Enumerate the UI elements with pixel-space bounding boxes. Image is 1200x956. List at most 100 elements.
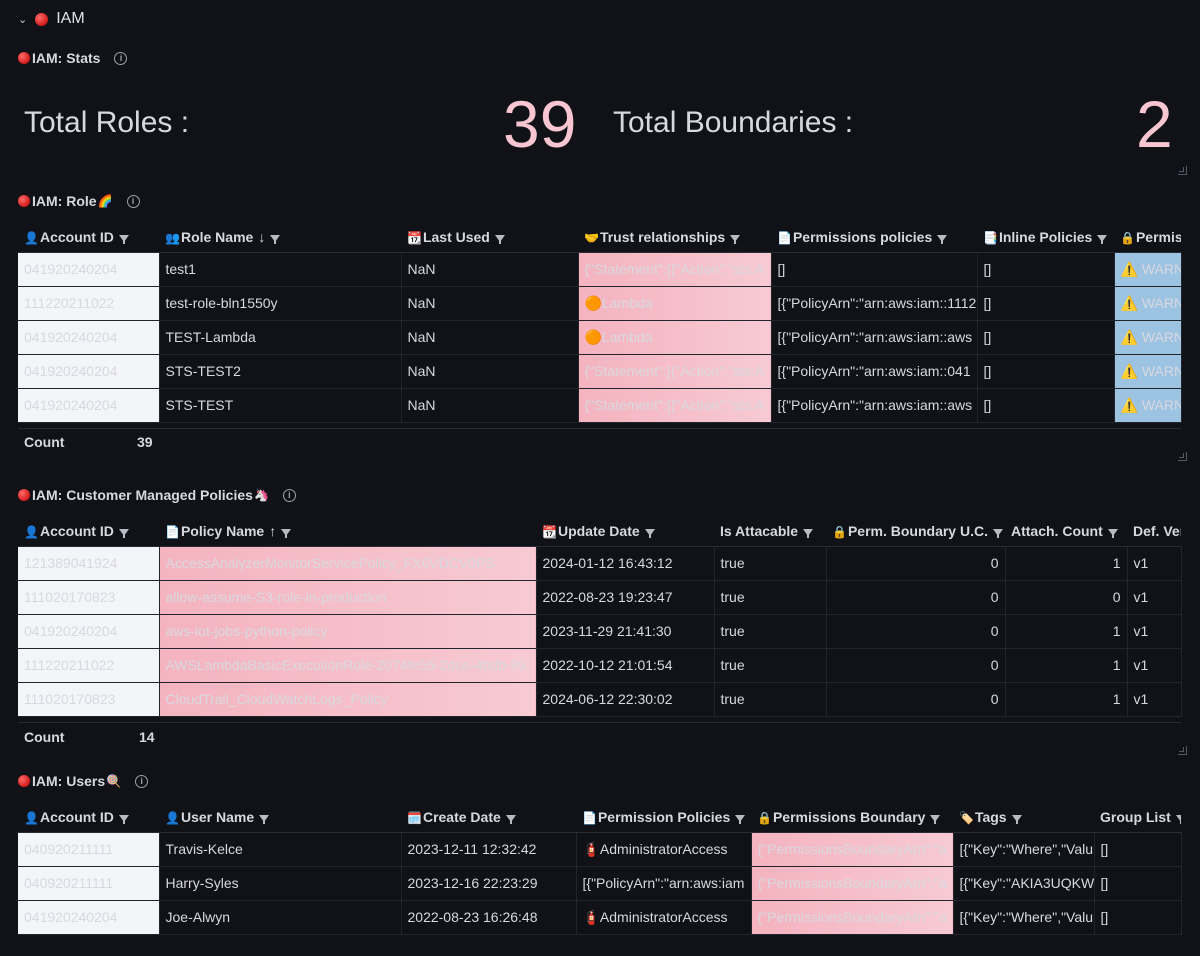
column-header-label: Role Name (180, 228, 254, 245)
table-cell: true (714, 546, 827, 581)
filter-icon[interactable] (937, 234, 948, 244)
column-header[interactable]: 🔒Permissions Boundary (751, 802, 953, 833)
filter-icon[interactable] (259, 814, 270, 824)
filter-icon[interactable] (118, 528, 129, 538)
resize-handle-icon[interactable] (1178, 166, 1187, 175)
column-header[interactable]: Group List (1094, 802, 1181, 833)
column-header-label: Def. Ver (1133, 522, 1181, 539)
column-header[interactable]: 👤Account ID (18, 222, 159, 253)
table-cell: NaN (401, 354, 579, 389)
table-cell: 040920211111 (18, 832, 160, 867)
table-row[interactable]: 111020170823 CloudTrail_CloudWatchLogs_Po… (18, 682, 1182, 717)
table-row[interactable]: 041920240204 Joe-Alwyn 2022-08-23 16:26:48… (18, 900, 1182, 935)
filter-icon[interactable] (992, 528, 1003, 538)
column-header[interactable]: 📆Update Date (536, 516, 714, 547)
column-header-label: Permissions Boundary (772, 808, 926, 825)
filter-icon[interactable] (494, 234, 505, 244)
column-header[interactable]: 👥Role Name ↓ (159, 222, 401, 253)
table-cell: 111020170823 (18, 682, 160, 717)
table-row[interactable]: 041920240204 STS-TEST2 NaN {"Statement":[{"… (18, 354, 1182, 389)
filter-icon[interactable] (644, 528, 655, 538)
column-header-label: Account ID (39, 522, 114, 539)
column-header[interactable]: Attach. Count (1005, 516, 1127, 547)
info-icon[interactable]: i (114, 51, 128, 65)
table-row[interactable]: 111220211022 test-role-bln1550y NaN 🟠Lambda… (18, 286, 1182, 321)
table-row[interactable]: 040920211111 Harry-Syles 2023-12-16 22:23:… (18, 866, 1182, 901)
column-icon: 📑 (983, 230, 998, 245)
filter-icon[interactable] (930, 814, 941, 824)
table-cell: [] (977, 286, 1115, 321)
filter-icon[interactable] (1107, 528, 1118, 538)
table-row[interactable]: 041920240204 STS-TEST NaN {"Statement":[{"A… (18, 388, 1182, 423)
table-cell: 🧯AdministratorAccess (576, 900, 752, 935)
filter-icon[interactable] (118, 814, 129, 824)
filter-icon[interactable] (270, 234, 281, 244)
red-circle-icon (18, 195, 30, 207)
table-row[interactable]: 041920240204 TEST-Lambda NaN 🟠Lambda [{"Poli… (18, 320, 1182, 355)
filter-icon[interactable] (1011, 814, 1022, 824)
column-header[interactable]: 📆Last Used (401, 222, 578, 253)
filter-icon[interactable] (730, 234, 741, 244)
table-cell: [{"PolicyArn":"arn:aws:iam::1112 (771, 286, 978, 321)
table-cell: 0 (1005, 580, 1128, 615)
table-cell: aws-iot-jobs-python-policy (159, 614, 537, 649)
column-icon: 🤝 (584, 230, 599, 245)
table-cell: true (714, 682, 827, 717)
table-cell: {"Statement":[{"Action":"sts:A (578, 252, 772, 287)
panel-title-users: IAM: Users 🍭 i (18, 773, 149, 789)
column-header[interactable]: 📑Inline Policies (977, 222, 1114, 253)
table-cell: 0 (826, 682, 1006, 717)
column-header[interactable]: 🏷️Tags (953, 802, 1094, 833)
column-header[interactable]: 👤Account ID (18, 802, 159, 833)
table-cell: v1 (1127, 614, 1182, 649)
resize-handle-icon[interactable] (1178, 452, 1187, 461)
info-icon[interactable]: i (135, 774, 149, 788)
info-icon[interactable]: i (282, 488, 296, 502)
red-circle-icon (35, 12, 49, 26)
filter-icon[interactable] (281, 528, 292, 538)
table-cell: test-role-bln1550y (159, 286, 402, 321)
sort-arrow-icon[interactable]: ↓ (258, 229, 265, 245)
column-header[interactable]: Is Attacable (714, 516, 826, 547)
column-header[interactable]: 🗓️Create Date (401, 802, 576, 833)
column-header[interactable]: 🔒Perm. Boundary U.C. (826, 516, 1005, 547)
column-header[interactable]: 👤User Name (159, 802, 401, 833)
table-row[interactable]: 111020170823 allow-assume-S3-role-in-prod… (18, 580, 1182, 615)
column-header-label: Group List (1100, 808, 1171, 825)
info-icon[interactable]: i (126, 194, 140, 208)
table-row[interactable]: 040920211111 Travis-Kelce 2023-12-11 12:32… (18, 832, 1182, 867)
column-header-label: Permis (1135, 228, 1181, 245)
column-icon: 🏷️ (959, 810, 974, 825)
table-cell: 2024-01-12 16:43:12 (536, 546, 715, 581)
table-row[interactable]: 121389041924 AccessAnalyzerMonitorService… (18, 546, 1182, 581)
table-row[interactable]: 041920240204 test1 NaN {"Statement":[{"Acti… (18, 252, 1182, 287)
column-header[interactable]: 📄Permissions policies (771, 222, 977, 253)
column-header[interactable]: 📄Policy Name ↑ (159, 516, 536, 547)
table-cell: [{"PolicyArn":"arn:aws:iam (576, 866, 752, 901)
table-cell: [] (977, 252, 1115, 287)
filter-icon[interactable] (1175, 814, 1181, 824)
table-cell: 🟠Lambda (578, 286, 772, 321)
resize-handle-icon[interactable] (1178, 746, 1187, 755)
table-cell: 041920240204 (18, 388, 160, 423)
table-row[interactable]: 111220211022 AWSLambdaBasicExecutionRole-… (18, 648, 1182, 683)
column-header[interactable]: 🔒Permis (1114, 222, 1181, 253)
row-header-iam[interactable]: ⌄ IAM (18, 10, 85, 28)
column-header[interactable]: Def. Ver (1127, 516, 1181, 547)
filter-icon[interactable] (803, 528, 814, 538)
filter-icon[interactable] (1097, 234, 1108, 244)
filter-icon[interactable] (735, 814, 746, 824)
chevron-down-icon[interactable]: ⌄ (18, 13, 27, 26)
table-row[interactable]: 041920240204 aws-iot-jobs-python-policy 20… (18, 614, 1182, 649)
column-header[interactable]: 📄Permission Policies (576, 802, 751, 833)
table-cell: ⚠️ WARN (1114, 286, 1182, 321)
column-header[interactable]: 🤝Trust relationships (578, 222, 771, 253)
table-cell: true (714, 648, 827, 683)
table-cell: 041920240204 (18, 354, 160, 389)
red-circle-icon (18, 775, 30, 787)
filter-icon[interactable] (118, 234, 129, 244)
column-header-label: Attach. Count (1011, 522, 1103, 539)
filter-icon[interactable] (505, 814, 516, 824)
sort-arrow-icon[interactable]: ↑ (269, 523, 276, 539)
column-header[interactable]: 👤Account ID (18, 516, 159, 547)
